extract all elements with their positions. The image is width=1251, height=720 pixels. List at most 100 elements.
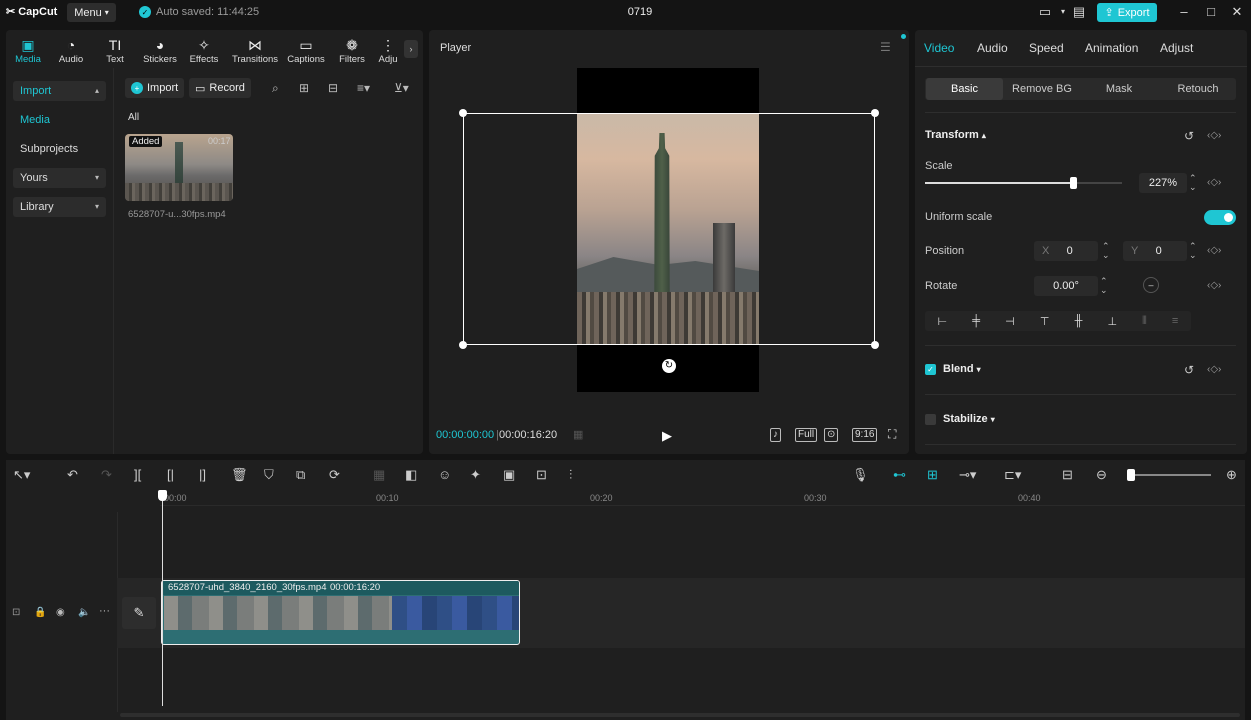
resize-handle-tl[interactable] [459, 109, 467, 117]
microphone-icon[interactable]: 🎙 [852, 467, 869, 483]
menu-button[interactable]: Menu ▾ [67, 3, 116, 22]
split-icon[interactable]: ][ [134, 467, 141, 482]
crop-icon[interactable]: ⧉ [296, 467, 305, 483]
rotate-handle-icon[interactable]: ↻ [662, 359, 676, 373]
sidebar-item-media[interactable]: Media [13, 110, 106, 130]
zoom-in-icon[interactable]: ⊕ [1226, 467, 1237, 483]
tab-audio-props[interactable]: Audio [977, 41, 1008, 55]
link-icon[interactable]: ⊸▾ [959, 467, 976, 483]
uniform-scale-toggle[interactable] [1204, 210, 1236, 225]
filter-icon[interactable]: ⊻▾ [394, 81, 409, 95]
fit-icon[interactable]: ⊟ [1062, 467, 1073, 483]
tab-captions[interactable]: ▭ Captions [284, 36, 328, 65]
zoom-out-icon[interactable]: ⊖ [1096, 467, 1107, 483]
mirror-icon[interactable]: ◧ [405, 467, 417, 483]
ratio-button[interactable]: 9:16 [852, 428, 878, 442]
tab-adjust-props[interactable]: Adjust [1160, 41, 1193, 55]
magic-icon[interactable]: ✦ [470, 467, 481, 483]
timeline-ruler[interactable] [160, 488, 1245, 506]
maximize-icon[interactable]: □ [1203, 4, 1219, 20]
magnet-icon[interactable]: ⊷ [893, 467, 906, 483]
speaker-icon[interactable]: 🔈 [78, 607, 90, 618]
resize-handle-br[interactable] [871, 341, 879, 349]
filter-all[interactable]: All [128, 112, 139, 123]
sidebar-item-yours[interactable]: Yours ▾ [13, 168, 106, 188]
reset-icon[interactable]: ↺ [1184, 129, 1194, 143]
stepper-icon[interactable]: ⌃ ⌄ [1100, 277, 1108, 295]
blend-section[interactable]: Blend ▾ [943, 363, 981, 375]
tab-speed[interactable]: Speed [1029, 41, 1064, 55]
align-top-icon[interactable]: ⊤ [1040, 315, 1050, 328]
position-y-input[interactable]: 0 [1156, 245, 1162, 257]
new-folder-icon[interactable]: ⊞ [299, 81, 309, 95]
export-button[interactable]: ⇪ Export [1097, 3, 1157, 22]
tab-adjust[interactable]: ⋮ Adju [374, 36, 402, 65]
scroll-right-icon[interactable]: › [404, 40, 418, 58]
export-frame-icon[interactable]: ⊡ [536, 467, 547, 483]
split-left-icon[interactable]: [| [167, 467, 174, 482]
edit-icon[interactable]: ✎ [122, 597, 156, 629]
split-right-icon[interactable]: |] [199, 467, 206, 482]
tab-effects[interactable]: ✧ Effects [182, 36, 226, 65]
shortcut-icon[interactable]: ▤ [1071, 4, 1087, 20]
hamburger-icon[interactable]: ☰ [880, 40, 891, 54]
resize-handle-tr[interactable] [871, 109, 879, 117]
scale-slider[interactable] [925, 182, 1122, 184]
subtab-remove-bg[interactable]: Remove BG [1005, 78, 1079, 100]
person-icon[interactable]: ☺ [438, 467, 451, 482]
reset-icon[interactable]: ↺ [1184, 363, 1194, 377]
project-name[interactable]: 0719 [600, 6, 680, 18]
align-bottom-icon[interactable]: ⊥ [1107, 315, 1117, 328]
distribute-v-icon[interactable]: ≡ [1172, 315, 1178, 327]
stabilize-checkbox[interactable] [925, 414, 936, 425]
tab-animation[interactable]: Animation [1085, 41, 1138, 55]
audio-wave-icon[interactable]: ⫶ [569, 467, 572, 483]
tab-media[interactable]: ▣ Media [6, 36, 50, 65]
chevron-down-icon[interactable]: ▾ [1055, 4, 1071, 20]
lock-icon[interactable]: 🔒 [34, 607, 46, 618]
scale-slider-knob[interactable] [1069, 177, 1077, 189]
delete-icon[interactable]: 🗑 [231, 467, 248, 483]
playhead-handle[interactable] [158, 490, 167, 501]
tab-filters[interactable]: ❁ Filters [330, 36, 374, 65]
hd-icon[interactable]: ▣ [503, 467, 515, 483]
zoom-slider-knob[interactable] [1127, 469, 1135, 481]
grid-view-icon[interactable]: ⊟ [328, 81, 338, 95]
stabilize-section[interactable]: Stabilize ▾ [943, 413, 995, 425]
subtab-basic[interactable]: Basic [926, 78, 1003, 100]
play-icon[interactable]: ▶ [662, 428, 672, 444]
tab-transitions[interactable]: ⋈ Transitions [229, 36, 281, 65]
tab-audio[interactable]: ◔ Audio [49, 36, 93, 65]
position-x-input[interactable]: 0 [1067, 245, 1073, 257]
minimize-icon[interactable]: – [1176, 4, 1192, 20]
playhead[interactable] [162, 490, 163, 706]
blend-checkbox[interactable]: ✓ [925, 364, 936, 375]
speed-curve-icon[interactable]: ⟳ [329, 467, 340, 483]
sort-icon[interactable]: ≡▾ [357, 81, 370, 95]
tab-video[interactable]: Video [924, 41, 954, 55]
rotate-dial-icon[interactable]: – [1143, 277, 1159, 293]
sidebar-item-subprojects[interactable]: Subprojects [13, 139, 106, 159]
zoom-slider[interactable] [1131, 474, 1211, 476]
full-quality-button[interactable]: Full [795, 428, 818, 442]
selection-box[interactable] [463, 113, 875, 345]
stepper-icon[interactable]: ⌃ ⌄ [1189, 174, 1197, 192]
shield-icon[interactable]: ⛉ [264, 467, 274, 483]
tab-text[interactable]: TI Text [93, 36, 137, 65]
align-left-icon[interactable]: ⊢ [938, 315, 948, 328]
sidebar-item-library[interactable]: Library ▾ [13, 197, 106, 217]
timecode-grid-icon[interactable]: ▦ [573, 428, 583, 441]
snapshot-icon[interactable]: ⊙ [824, 428, 839, 442]
undo-icon[interactable]: ↶ [67, 467, 78, 483]
tab-stickers[interactable]: ◕ Stickers [138, 36, 182, 65]
layout-icon[interactable]: ▭ [1037, 4, 1053, 20]
keyframe-icon[interactable]: ‹◇› [1207, 280, 1221, 291]
subtab-mask[interactable]: Mask [1082, 78, 1156, 100]
fullscreen-icon[interactable]: ⛶ [888, 427, 896, 442]
sidebar-item-import[interactable]: Import ▴ [13, 81, 106, 101]
align-middle-icon[interactable]: ╫ [1075, 315, 1083, 327]
transform-section[interactable]: Transform ▴ [925, 129, 986, 141]
close-icon[interactable]: ✕ [1229, 4, 1245, 20]
rotate-input[interactable]: 0.00° [1034, 276, 1098, 296]
more-icon[interactable]: ··· [99, 605, 110, 617]
